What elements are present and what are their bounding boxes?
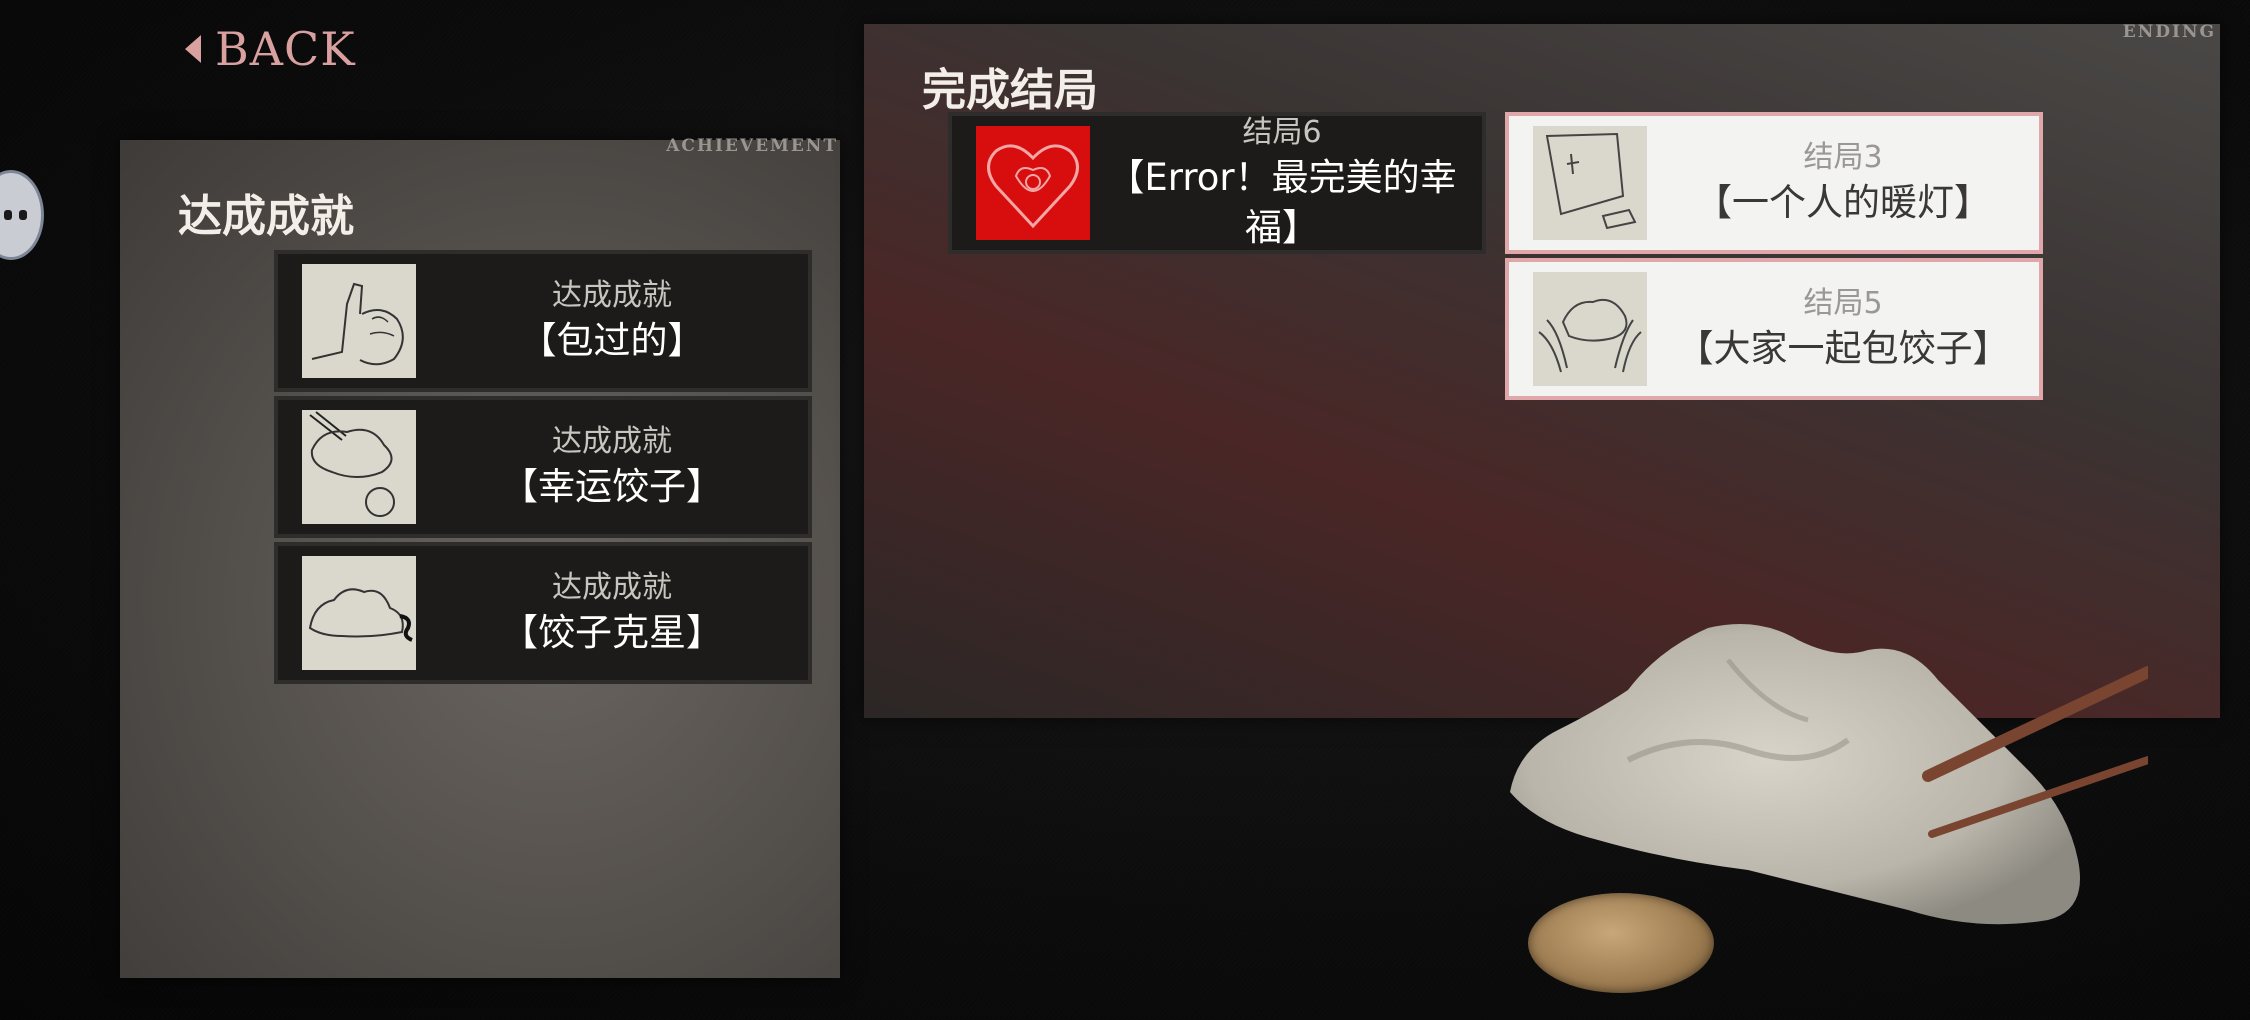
back-label: BACK [215,22,356,76]
achievement-tag: ACHIEVEMENT [666,136,838,156]
coin-icon [1528,893,1714,993]
thumbs-up-dumpling-icon [302,264,416,378]
achievement-title: 达成成就 [178,191,354,242]
dumpling-body [1510,624,2080,925]
ending-sub: 结局6 [1242,114,1322,150]
side-menu-button[interactable] [0,170,44,260]
ending-panel: ENDING 完成结局 结局6 【Error！最完美的幸福】 结局3 【一个人的… [864,22,2220,718]
achievement-name: 【饺子克星】 [501,611,723,655]
back-arrow-icon [185,35,201,63]
dumpling-icon [302,556,416,670]
face-eye-icon [4,210,12,220]
achievement-sub: 达成成就 [552,423,672,459]
chopsticks-dumpling-coin-icon [302,410,416,524]
achievement-card[interactable]: 达成成就 【幸运饺子】 [274,396,812,538]
achievement-sub: 达成成就 [552,569,672,605]
achievement-name: 【包过的】 [519,319,705,363]
achievement-name: 【幸运饺子】 [501,465,723,509]
ending-sub: 结局3 [1803,139,1883,175]
hands-dumpling-icon [1533,272,1647,386]
ending-card[interactable]: 结局6 【Error！最完美的幸福】 [948,112,1486,254]
achievement-card[interactable]: 达成成就 【饺子克星】 [274,542,812,684]
ending-name: 【一个人的暖灯】 [1695,181,1991,225]
ending-name: 【Error！最完美的幸福】 [1107,156,1457,250]
face-eye-icon [19,210,27,220]
ending-sub: 结局5 [1803,285,1883,321]
ending-card[interactable]: 结局3 【一个人的暖灯】 [1505,112,2043,254]
achievement-card[interactable]: 达成成就 【包过的】 [274,250,812,392]
ending-title: 完成结局 [922,65,1098,116]
ending-tag: ENDING [2122,22,2216,42]
back-button[interactable]: BACK [185,22,356,76]
achievement-panel: ACHIEVEMENT 达成成就 达成成就 【包过的】 达成成就 【幸运饺子】 [120,136,840,978]
achievement-sub: 达成成就 [552,277,672,313]
ending-name: 【大家一起包饺子】 [1676,327,2010,371]
lantern-icon [1533,126,1647,240]
heart-womb-icon [976,126,1090,240]
ending-card[interactable]: 结局5 【大家一起包饺子】 [1505,258,2043,400]
